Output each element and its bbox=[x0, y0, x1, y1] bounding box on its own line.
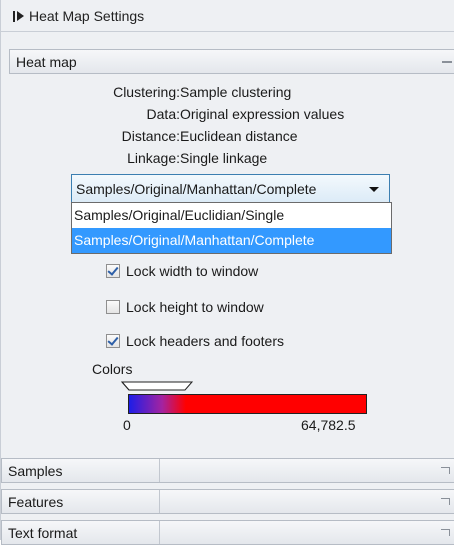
info-row-distance: Distance: Euclidean distance bbox=[9, 128, 454, 150]
info-key: Distance: bbox=[121, 128, 180, 144]
info-row-linkage: Linkage: Single linkage bbox=[9, 150, 454, 172]
dropdown-option-highlighted[interactable]: Samples/Original/Manhattan/Complete bbox=[72, 228, 391, 253]
clustering-preset-select[interactable]: Samples/Original/Manhattan/Complete bbox=[71, 174, 390, 203]
info-row-data: Data: Original expression values bbox=[9, 106, 454, 128]
section-label: Text format bbox=[8, 524, 78, 541]
section-label: Heat map bbox=[16, 53, 77, 70]
gradient-max-label: 64,782.5 bbox=[301, 417, 356, 433]
info-row-clustering: Clustering: Sample clustering bbox=[9, 84, 454, 106]
checkbox-label: Lock height to window bbox=[126, 299, 264, 315]
info-key: Clustering: bbox=[113, 84, 180, 100]
gradient-min-label: 0 bbox=[123, 417, 131, 433]
info-key: Data: bbox=[146, 106, 180, 122]
checkbox-label: Lock headers and footers bbox=[126, 333, 284, 349]
lock-height-option[interactable]: Lock height to window bbox=[106, 296, 264, 318]
panel-title: Heat Map Settings bbox=[29, 7, 145, 24]
clustering-preset-dropdown: Samples/Original/Euclidian/Single Sample… bbox=[71, 202, 392, 254]
section-label: Samples bbox=[8, 462, 63, 479]
gradient-handles[interactable] bbox=[121, 381, 193, 391]
info-value: Sample clustering bbox=[180, 84, 292, 100]
colors-label: Colors bbox=[92, 361, 133, 377]
info-key: Linkage: bbox=[127, 150, 180, 166]
lock-height-checkbox[interactable] bbox=[106, 300, 120, 314]
info-value: Euclidean distance bbox=[180, 128, 298, 144]
header-divider bbox=[159, 459, 160, 482]
select-value: Samples/Original/Manhattan/Complete bbox=[76, 180, 317, 197]
chevron-down-icon[interactable] bbox=[369, 187, 379, 192]
section-header-text-format[interactable]: Text format bbox=[1, 520, 454, 545]
expand-section-icon[interactable] bbox=[441, 498, 450, 505]
section-label: Features bbox=[8, 493, 64, 510]
header-divider bbox=[159, 490, 160, 513]
checkbox-label: Lock width to window bbox=[126, 263, 259, 279]
section-header-heat-map[interactable]: Heat map bbox=[9, 49, 454, 74]
collapse-panel-icon[interactable] bbox=[1, 0, 27, 32]
dropdown-option[interactable]: Samples/Original/Euclidian/Single bbox=[72, 203, 391, 228]
info-value: Original expression values bbox=[180, 106, 345, 122]
heat-map-settings-body: Clustering: Sample clustering Data: Orig… bbox=[9, 74, 454, 452]
expand-section-icon[interactable] bbox=[441, 467, 450, 474]
lock-headers-footers-checkbox[interactable] bbox=[106, 334, 120, 348]
expand-section-icon[interactable] bbox=[441, 529, 450, 536]
lock-width-checkbox[interactable] bbox=[106, 264, 120, 278]
side-panel: Heat Map Settings Heat map Clustering: S… bbox=[0, 0, 454, 545]
header-divider bbox=[159, 521, 160, 544]
info-value: Single linkage bbox=[180, 150, 268, 166]
section-header-samples[interactable]: Samples bbox=[1, 458, 454, 483]
collapse-section-icon[interactable] bbox=[442, 61, 452, 63]
section-header-features[interactable]: Features bbox=[1, 489, 454, 514]
panel-titlebar: Heat Map Settings bbox=[1, 0, 454, 32]
color-gradient-bar[interactable] bbox=[128, 394, 367, 414]
lock-width-option[interactable]: Lock width to window bbox=[106, 260, 258, 282]
lock-headers-footers-option[interactable]: Lock headers and footers bbox=[106, 330, 284, 352]
